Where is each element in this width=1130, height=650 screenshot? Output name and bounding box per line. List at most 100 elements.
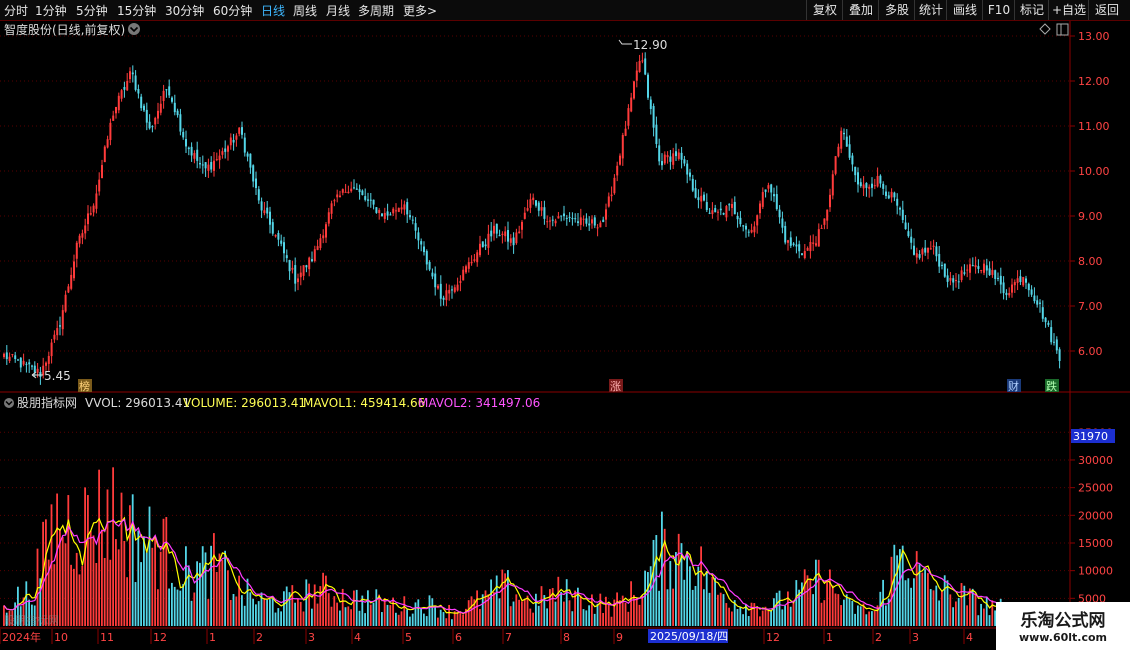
date-tick-label: 2 xyxy=(256,631,263,644)
candle-body xyxy=(288,260,291,272)
candle-body xyxy=(817,229,820,247)
marker-bang[interactable]: 榜 xyxy=(78,379,92,393)
candle-body xyxy=(392,208,395,214)
date-tick-label: 5 xyxy=(405,631,412,644)
candle-body xyxy=(442,297,445,300)
candle-body xyxy=(913,245,915,255)
candle-body xyxy=(285,255,288,259)
candle-body xyxy=(417,232,420,241)
volume-bar xyxy=(605,596,607,626)
volume-bar xyxy=(381,612,383,626)
candle-body xyxy=(630,97,633,112)
volume-bar xyxy=(683,579,686,626)
volume-bar xyxy=(392,597,394,626)
volume-bar xyxy=(73,568,75,626)
candle-body xyxy=(991,269,994,275)
volume-bar xyxy=(313,584,316,626)
candle-body xyxy=(115,106,117,114)
candle-body xyxy=(428,262,431,270)
candle-body xyxy=(112,115,115,121)
volume-bar xyxy=(75,552,78,626)
candle-body xyxy=(341,189,344,193)
candle-body xyxy=(126,80,129,91)
volume-bar xyxy=(255,604,257,626)
volume-bar xyxy=(949,594,952,626)
candle-body xyxy=(518,231,521,234)
volume-bar xyxy=(215,571,218,626)
candle-body xyxy=(196,149,199,161)
volume-bar xyxy=(781,609,784,626)
candle-body xyxy=(546,221,549,223)
candle-body xyxy=(963,272,966,274)
candle-body xyxy=(509,238,512,243)
candle-body xyxy=(809,241,812,252)
volume-bar xyxy=(179,590,182,626)
candle-body xyxy=(221,151,224,155)
watermark-url: www.60lt.com xyxy=(1018,631,1108,644)
price-tick-label: 12.00 xyxy=(1078,75,1110,88)
volume-bar xyxy=(666,589,669,626)
candle-body xyxy=(722,213,725,215)
candle-body xyxy=(439,283,442,299)
marker-die[interactable]: 跌 xyxy=(1045,379,1059,393)
date-tick-label: 6 xyxy=(455,631,462,644)
volume-bar xyxy=(115,539,117,626)
volume-bar xyxy=(439,609,442,626)
candle-body xyxy=(893,192,896,198)
volume-bar xyxy=(795,580,798,626)
date-cursor-label: 2025/09/18/四 xyxy=(650,630,728,643)
candle-body xyxy=(1005,292,1008,296)
candle-body xyxy=(851,155,854,165)
volume-bar xyxy=(593,613,596,626)
volume-bar xyxy=(218,553,221,626)
candle-body xyxy=(599,222,602,228)
candle-body xyxy=(215,159,218,161)
panel-toggle-icon[interactable] xyxy=(1056,23,1069,36)
volume-bar xyxy=(87,495,89,626)
volume-bar xyxy=(319,586,322,626)
volume-bar xyxy=(271,598,274,626)
volume-bar xyxy=(257,601,260,626)
volume-bar xyxy=(428,595,431,626)
kline-chart-area[interactable]: 13.00 12.00 11.00 10.00 9.00 8.00 7.00 6.00 智度股… xyxy=(0,0,1130,650)
volume-bar xyxy=(168,588,170,626)
candle-body xyxy=(703,194,705,201)
volume-bar xyxy=(761,610,764,626)
candle-body xyxy=(255,178,257,188)
candle-body xyxy=(347,191,350,194)
volume-bar xyxy=(677,533,680,626)
volume-bar xyxy=(420,608,422,626)
volume-bar xyxy=(873,610,876,626)
candle-body xyxy=(980,270,983,272)
volume-bar xyxy=(904,580,907,626)
indicator-dropdown-icon[interactable] xyxy=(4,398,14,408)
candle-body xyxy=(17,359,19,361)
candle-body xyxy=(22,360,25,365)
volume-bar xyxy=(865,614,868,626)
volume-bar xyxy=(988,615,991,626)
marker-zhang[interactable]: 涨 xyxy=(609,379,623,393)
volume-bar xyxy=(199,562,201,626)
volume-bar xyxy=(980,603,982,626)
diamond-icon[interactable] xyxy=(1039,23,1051,35)
volume-bar xyxy=(210,545,212,626)
volume-bar xyxy=(829,569,831,626)
overlay-label: 股朋指标网 xyxy=(4,613,59,627)
title-dropdown-icon[interactable] xyxy=(128,23,140,35)
candle-body xyxy=(182,131,185,138)
volume-bar xyxy=(857,605,859,626)
volume-bar xyxy=(546,608,548,626)
candle-body xyxy=(193,153,196,159)
candle-body xyxy=(498,235,501,237)
volume-bar xyxy=(960,583,963,626)
volume-bar xyxy=(921,572,924,626)
candle-body xyxy=(974,265,977,268)
candle-body xyxy=(25,363,28,365)
marker-cai[interactable]: 财 xyxy=(1007,379,1021,393)
candle-body xyxy=(467,262,470,269)
volume-bar xyxy=(367,590,369,626)
volume-bar xyxy=(756,607,758,626)
candle-body xyxy=(207,164,210,171)
candle-body xyxy=(19,357,22,368)
high-pointer-icon xyxy=(618,39,632,45)
